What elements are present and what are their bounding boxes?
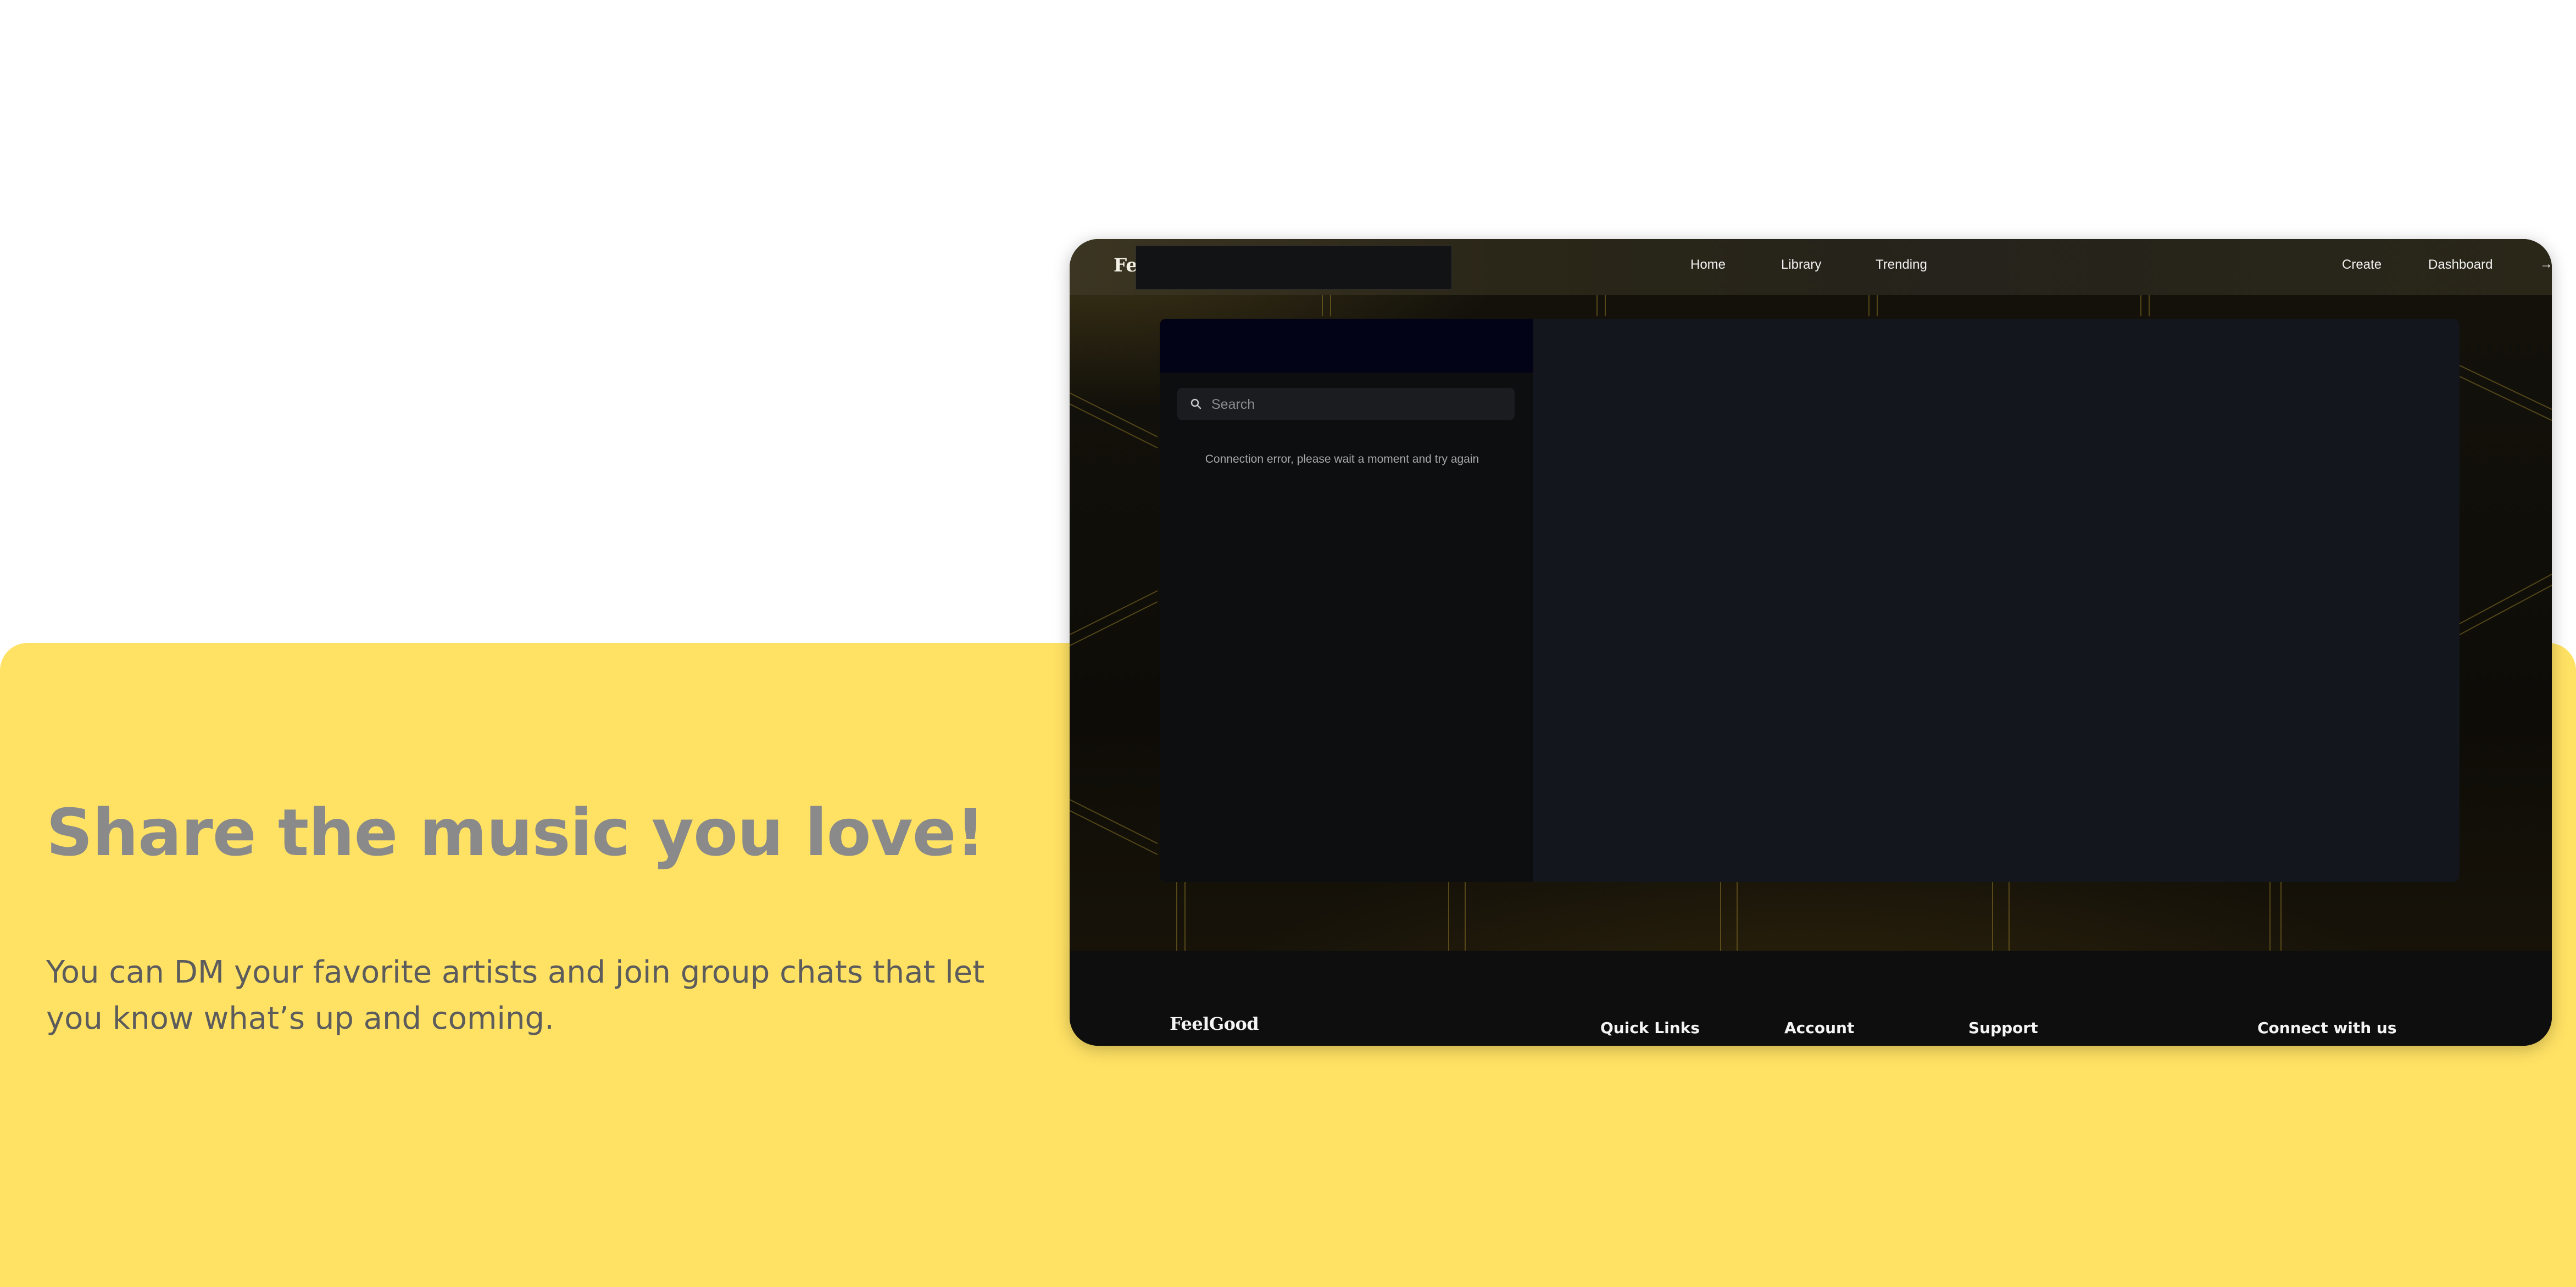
chat-conversation-area bbox=[1533, 319, 2460, 882]
chat-search-box[interactable] bbox=[1177, 388, 1515, 421]
footer-heading-quick-links: Quick Links bbox=[1600, 1019, 1700, 1037]
chat-sidebar-header bbox=[1160, 319, 1533, 373]
promo-title: Share the music you love! bbox=[46, 795, 985, 870]
promo-description: You can DM your favorite artists and joi… bbox=[46, 955, 985, 1036]
chat-sidebar: Connection error, please wait a moment a… bbox=[1160, 319, 1533, 882]
footer-heading-account: Account bbox=[1784, 1019, 1855, 1037]
nav-link-dashboard[interactable]: Dashboard bbox=[2428, 257, 2492, 273]
nav-link-home[interactable]: Home bbox=[1690, 257, 1726, 273]
site-logo[interactable]: Fe bbox=[1114, 254, 1138, 276]
top-navigation-bar: Fe Home Library Trending Create Dashboar… bbox=[1070, 239, 2552, 295]
nav-link-library[interactable]: Library bbox=[1781, 257, 1821, 273]
nav-link-create[interactable]: Create bbox=[2342, 257, 2382, 273]
arrow-icon[interactable]: → bbox=[2540, 257, 2552, 272]
chat-search-input[interactable] bbox=[1210, 388, 1504, 421]
nav-search-box[interactable] bbox=[1136, 246, 1452, 290]
chat-panel: Connection error, please wait a moment a… bbox=[1160, 319, 2460, 882]
footer-heading-connect: Connect with us bbox=[2257, 1019, 2397, 1037]
search-icon bbox=[1190, 398, 1201, 409]
app-screenshot-frame: Fe Home Library Trending Create Dashboar… bbox=[1070, 239, 2552, 1046]
footer-logo[interactable]: FeelGood bbox=[1170, 1013, 1259, 1034]
nav-link-trending[interactable]: Trending bbox=[1876, 257, 1927, 273]
connection-error-message: Connection error, please wait a moment a… bbox=[1205, 453, 1479, 465]
site-footer: FeelGood Quick Links Account Support Con… bbox=[1070, 951, 2552, 1046]
footer-heading-support: Support bbox=[1968, 1019, 2038, 1037]
